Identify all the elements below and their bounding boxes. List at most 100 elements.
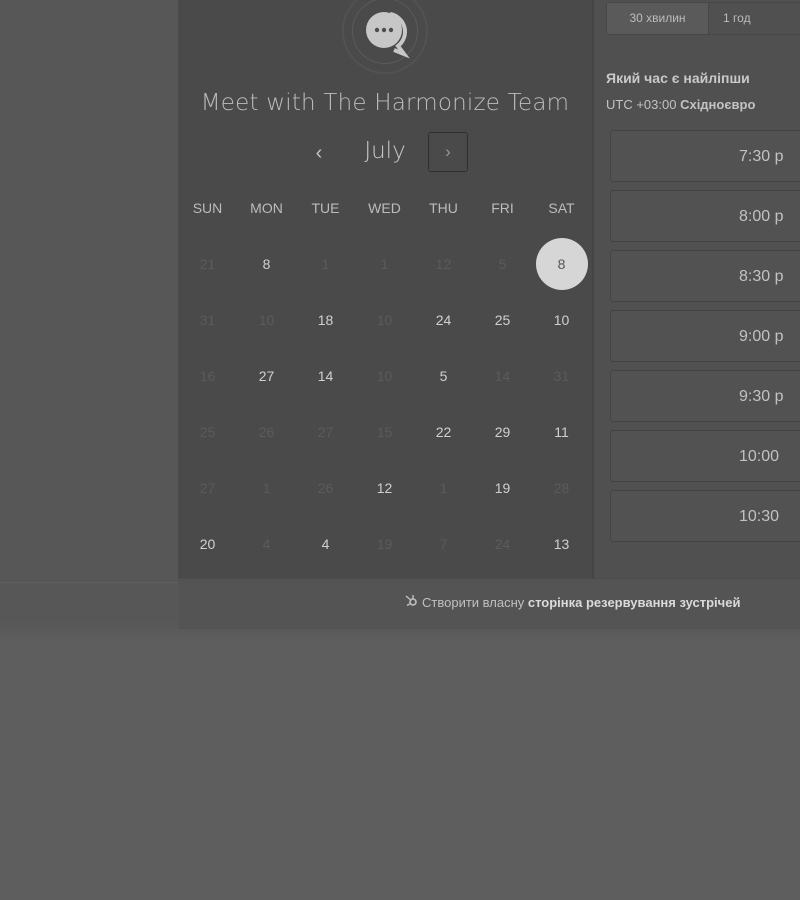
weekday-tue: TUE	[311, 200, 340, 216]
calendar-day: 1	[355, 236, 414, 292]
day-number: 21	[199, 256, 216, 272]
day-number: 25	[494, 312, 511, 328]
calendar-day[interactable]: 5	[414, 348, 473, 404]
calendar-day[interactable]: 20	[178, 516, 237, 572]
time-slot-button[interactable]: 8:00 p	[610, 190, 800, 242]
day-number: 10	[258, 312, 275, 328]
calendar-day[interactable]: 22	[414, 404, 473, 460]
day-number: 7	[439, 536, 448, 552]
day-number: 16	[199, 368, 216, 384]
day-number: 28	[553, 480, 570, 496]
time-slot-label: 7:30 p	[739, 148, 784, 165]
day-number: 4	[262, 536, 271, 552]
day-number: 5	[498, 256, 507, 272]
calendar-day[interactable]: 19	[473, 460, 532, 516]
weekday-mon: MON	[250, 200, 283, 216]
calendar-panel: Meet with The Harmonize Team ‹ July › SU…	[178, 0, 592, 578]
calendar-day: 27	[178, 460, 237, 516]
day-number: 10	[376, 312, 393, 328]
timezone-name: Східноєвро	[680, 97, 756, 112]
calendar-day: 31	[532, 348, 591, 404]
calendar-day[interactable]: 13	[532, 516, 591, 572]
calendar-day: 12	[414, 236, 473, 292]
calendar-day[interactable]: 8	[237, 236, 296, 292]
day-number: 27	[258, 368, 275, 384]
time-slot-button[interactable]: 7:30 p	[610, 130, 800, 182]
calendar-day: 7	[414, 516, 473, 572]
create-booking-page-link[interactable]: Створити власну сторінка резервування зу…	[404, 593, 740, 610]
time-prompt: Який час є найліпши	[606, 70, 750, 86]
month-navigation: ‹ July ›	[178, 130, 592, 174]
calendar-day[interactable]: 14	[296, 348, 355, 404]
day-number: 24	[435, 312, 452, 328]
day-number: 15	[376, 424, 393, 440]
next-month-button[interactable]: ›	[428, 132, 468, 172]
time-slot-button[interactable]: 10:30	[610, 490, 800, 542]
meetings-widget: Meet with The Harmonize Team ‹ July › SU…	[178, 0, 800, 629]
time-slot-label: 10:30	[739, 508, 780, 525]
calendar-day[interactable]: 18	[296, 292, 355, 348]
day-number: 1	[262, 480, 271, 496]
day-number: 31	[199, 312, 216, 328]
day-number: 14	[317, 368, 334, 384]
calendar-day: 5	[473, 236, 532, 292]
footer-bold-text: сторінка резервування зустрічей	[527, 595, 741, 610]
time-slot-button[interactable]: 9:00 p	[610, 310, 800, 362]
day-number: 14	[494, 368, 511, 384]
calendar-day: 27	[296, 404, 355, 460]
previous-month-button[interactable]: ‹	[302, 136, 336, 170]
calendar-day[interactable]: 4	[296, 516, 355, 572]
calendar-day[interactable]: 11	[532, 404, 591, 460]
day-number: 8	[262, 256, 271, 272]
time-slot-button[interactable]: 9:30 p	[610, 370, 800, 422]
company-logo	[342, 0, 428, 74]
weekday-thu: THU	[429, 200, 458, 216]
duration-tab-30-min[interactable]: 30 хвилин	[607, 3, 710, 34]
calendar-day: 1	[296, 236, 355, 292]
weekday-sun: SUN	[192, 200, 223, 216]
calendar-day: 10	[355, 348, 414, 404]
hubspot-sprocket-icon	[404, 593, 418, 610]
day-number: 8	[535, 238, 588, 290]
page-title: Meet with The Harmonize Team	[200, 90, 570, 116]
day-number: 11	[554, 424, 569, 440]
calendar-day: 28	[532, 460, 591, 516]
time-slot-label: 8:30 p	[739, 268, 784, 285]
day-number: 18	[317, 312, 334, 328]
time-selection-panel: 30 хвилин 1 год Який час є найліпши UTC …	[592, 0, 800, 578]
selected-day[interactable]: 8	[532, 236, 591, 292]
calendar-day[interactable]: 29	[473, 404, 532, 460]
day-number: 24	[494, 536, 511, 552]
time-slot-label: 9:00 p	[739, 328, 784, 345]
calendar-day: 16	[178, 348, 237, 404]
time-slot-button[interactable]: 8:30 p	[610, 250, 800, 302]
month-label: July	[364, 138, 406, 164]
day-number: 27	[317, 424, 334, 440]
calendar-day: 1	[237, 460, 296, 516]
day-number: 19	[376, 536, 393, 552]
calendar-day[interactable]: 12	[355, 460, 414, 516]
calendar-day[interactable]: 10	[532, 292, 591, 348]
calendar-day: 15	[355, 404, 414, 460]
calendar-day[interactable]: 27	[237, 348, 296, 404]
calendar-day: 31	[178, 292, 237, 348]
day-number: 4	[321, 536, 330, 552]
weekday-header: SUN MON TUE WED THU FRI SAT	[178, 200, 592, 220]
day-number: 26	[317, 480, 334, 496]
calendar-day: 10	[355, 292, 414, 348]
day-number: 29	[494, 424, 511, 440]
calendar-day[interactable]: 25	[473, 292, 532, 348]
day-number: 22	[435, 424, 452, 440]
calendar-day: 14	[473, 348, 532, 404]
calendar-day: 21	[178, 236, 237, 292]
time-slot-label: 9:30 p	[739, 388, 784, 405]
day-number: 20	[199, 536, 216, 552]
timezone-selector[interactable]: UTC +03:00 Східноєвро	[606, 97, 755, 112]
duration-tab-1-hour[interactable]: 1 год	[709, 3, 800, 34]
calendar-day: 26	[296, 460, 355, 516]
calendar-day[interactable]: 24	[414, 292, 473, 348]
weekday-sat: SAT	[548, 200, 575, 216]
calendar-day: 4	[237, 516, 296, 572]
time-slot-button[interactable]: 10:00	[610, 430, 800, 482]
day-number: 12	[435, 256, 452, 272]
